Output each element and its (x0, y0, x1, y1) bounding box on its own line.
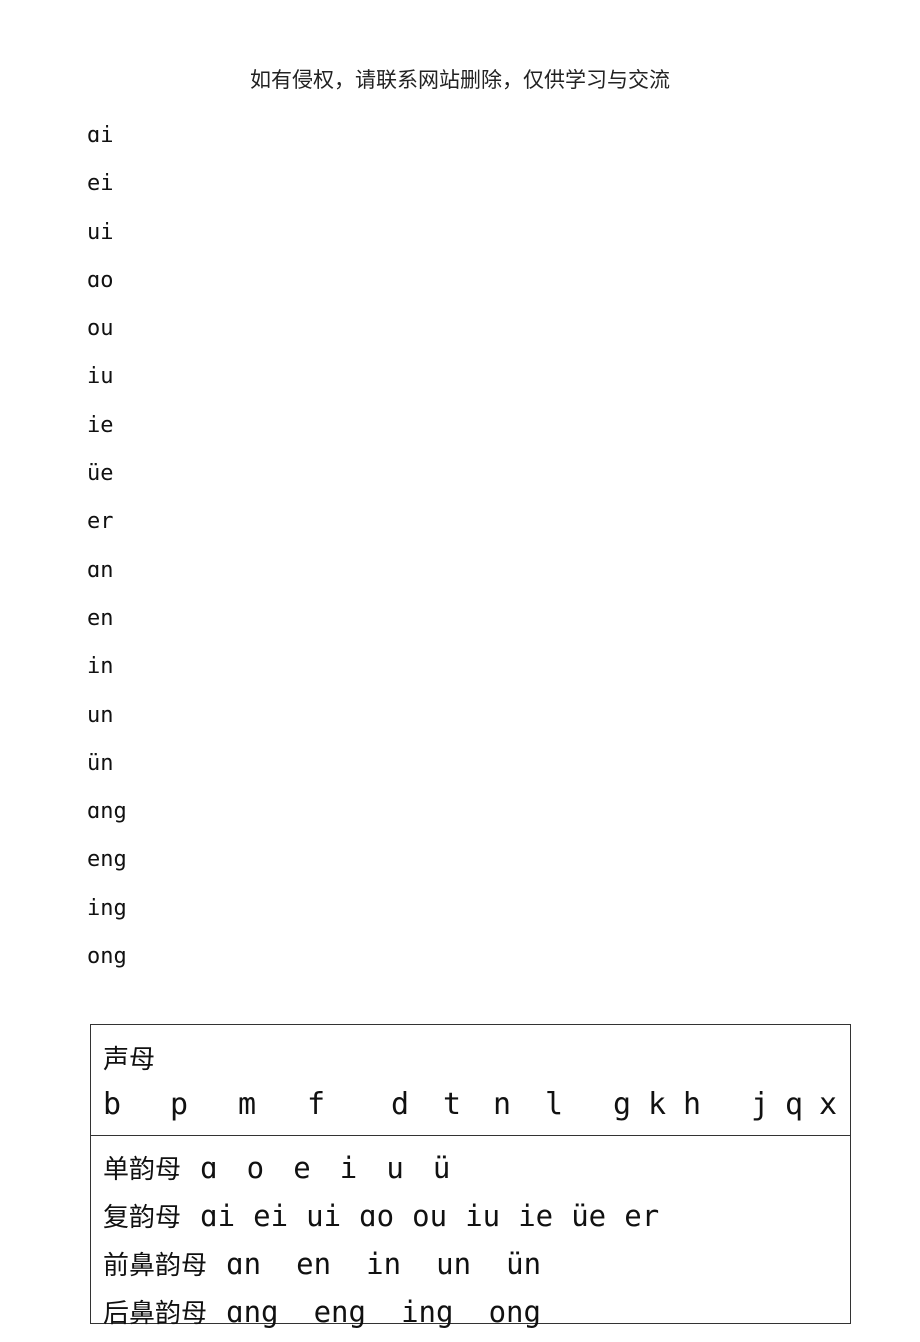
finals-row-back-nasal: 后鼻韵母 ɑng eng ing ong (103, 1294, 850, 1342)
final-item: in (366, 1247, 402, 1281)
list-item: iu (87, 364, 114, 390)
final-item: un (436, 1247, 472, 1281)
finals-list: ɑi ei ui ɑo ou iu ie üe er ɑn en in un ü… (87, 121, 127, 990)
initial-letter: k (648, 1087, 667, 1122)
final-item: ing (401, 1295, 454, 1329)
list-item: ün (87, 750, 114, 776)
initial-letter: j (751, 1087, 770, 1122)
list-item: en (87, 605, 114, 631)
list-item: ou (87, 316, 114, 342)
list-item: in (87, 654, 114, 680)
final-item: u (386, 1151, 404, 1185)
initial-letter: m (238, 1087, 257, 1122)
finals-row-label: 前鼻韵母 (103, 1251, 208, 1281)
final-item: e (293, 1151, 311, 1185)
final-item: en (296, 1247, 332, 1281)
list-item: ei (87, 171, 114, 197)
final-item: ou (412, 1199, 448, 1233)
final-item: eng (313, 1295, 366, 1329)
initial-letter: f (307, 1087, 326, 1122)
list-item: üe (87, 461, 114, 487)
final-item: ɑo (359, 1199, 395, 1233)
list-item: er (87, 509, 114, 535)
finals-row-label: 复韵母 (103, 1203, 182, 1233)
finals-row-label: 后鼻韵母 (103, 1299, 208, 1329)
initial-letter: l (545, 1087, 564, 1122)
final-item: i (339, 1151, 358, 1185)
finals-row-compound: 复韵母 ɑi ei ui ɑo ou iu ie üe er (103, 1198, 850, 1246)
initial-letter: q (785, 1087, 804, 1122)
initial-letter: h (683, 1087, 702, 1122)
final-item: ɑng (226, 1295, 279, 1329)
final-item: iu (465, 1199, 501, 1233)
initials-label: 声母 (103, 1045, 156, 1075)
list-item: ui (87, 219, 114, 245)
list-item: un (87, 702, 114, 728)
final-item: ei (253, 1199, 289, 1233)
copyright-notice: 如有侵权，请联系网站删除，仅供学习与交流 (250, 68, 670, 92)
final-item: ɑn (226, 1247, 262, 1281)
final-item: ɑi (200, 1199, 236, 1233)
list-item: eng (87, 847, 127, 873)
initial-letter: t (443, 1087, 462, 1122)
list-item: ɑi (87, 123, 114, 148)
finals-rows: 单韵母 ɑ o e i u ü 复韵母 ɑi ei ui ɑo ou iu ie… (91, 1136, 850, 1342)
final-item: ong (488, 1295, 541, 1329)
finals-row-front-nasal: 前鼻韵母 ɑn en in un ün (103, 1246, 850, 1294)
final-item: üe (571, 1199, 607, 1233)
initial-letter: n (493, 1087, 512, 1122)
final-item: o (246, 1151, 265, 1185)
list-item: ong (87, 944, 127, 970)
finals-row-label: 单韵母 (103, 1155, 182, 1185)
list-item: ie (87, 412, 114, 438)
final-item: ui (306, 1199, 342, 1233)
list-item: ɑn (87, 557, 114, 583)
pinyin-table: 声母 b p m f d t n l g k h j q x 单韵母 ɑ o e… (90, 1024, 851, 1329)
list-item: ing (87, 895, 127, 921)
initial-letter: x (819, 1087, 838, 1122)
initial-letter: p (170, 1087, 189, 1122)
final-item: er (624, 1199, 660, 1233)
initials-row: 声母 b p m f d t n l g k h j q x (91, 1025, 850, 1136)
final-item: ie (518, 1199, 554, 1233)
final-item: ɑ (200, 1151, 218, 1185)
initial-letter: d (391, 1087, 410, 1122)
finals-row-simple: 单韵母 ɑ o e i u ü (103, 1150, 850, 1198)
initial-letter: b (103, 1087, 122, 1122)
list-item: ɑng (87, 799, 127, 825)
initial-letter: g (613, 1087, 632, 1122)
final-item: ü (432, 1151, 451, 1185)
list-item: ɑo (87, 267, 114, 293)
final-item: ün (506, 1247, 542, 1281)
